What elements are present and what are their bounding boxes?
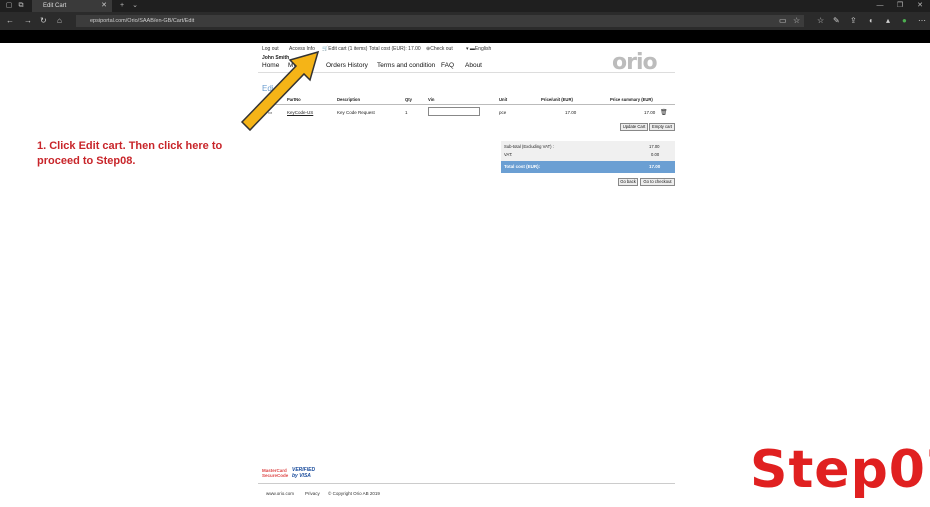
new-tab-icon[interactable]: + xyxy=(118,2,126,10)
empty-cart-button[interactable]: Empty cart xyxy=(649,123,675,131)
vat-value: 0.00 xyxy=(651,152,660,157)
share-icon[interactable]: ⇪ xyxy=(850,16,857,26)
tab-actions-icon[interactable]: ▢ xyxy=(5,2,13,10)
footer-site-link[interactable]: www.orio.com xyxy=(266,491,294,496)
tab-menu-icon[interactable]: ⌄ xyxy=(131,2,139,10)
extension-icon[interactable]: ◐ xyxy=(869,16,874,26)
instruction-text: 1. Click Edit cart. Then click here to p… xyxy=(37,140,223,167)
col-price-unit: Price/unit (EUR) xyxy=(541,97,573,102)
maximize-icon[interactable]: ❐ xyxy=(896,2,904,10)
notification-icon[interactable]: ▴ xyxy=(886,16,890,26)
forward-icon[interactable]: → xyxy=(24,16,32,26)
pen-icon[interactable]: ✎ xyxy=(833,16,840,26)
more-icon[interactable]: ⋯ xyxy=(918,16,926,26)
menu-orders-history[interactable]: Orders History xyxy=(326,62,368,69)
browser-tab-strip: ▢ ⧉ Edit Cart ✕ + ⌄ — ❐ ✕ xyxy=(0,0,930,12)
mastercard-logo: MasterCard SecureCode xyxy=(262,468,289,478)
subtotal-value: 17.00 xyxy=(649,144,660,149)
menu-terms[interactable]: Terms and condition xyxy=(377,62,435,69)
menu-about[interactable]: About xyxy=(465,62,482,69)
back-icon[interactable]: ← xyxy=(6,16,14,26)
col-vin: Vin xyxy=(428,97,435,102)
col-unit: Unit xyxy=(499,97,508,102)
back-tabs-icon[interactable]: ⧉ xyxy=(17,2,25,10)
price-summary-cell: 17.00 xyxy=(644,110,656,115)
go-to-checkout-button[interactable]: Go to checkout xyxy=(640,178,675,186)
update-cart-button[interactable]: Update Cart xyxy=(620,123,648,131)
url-text: epsiportal.com/Orio/SAAB/en-GB/Cart/Edit xyxy=(90,18,195,24)
edit-cart-label: Edit cart (1 items) xyxy=(328,46,368,52)
col-price-summary: Price summary (EUR) xyxy=(610,97,653,102)
home-icon[interactable]: ⌂ xyxy=(57,16,62,26)
tab-edit-cart[interactable]: Edit Cart ✕ xyxy=(32,0,112,12)
footer-copyright: © Copyright Orio AB 2019 xyxy=(328,491,380,496)
reading-view-icon[interactable]: ▭ xyxy=(779,16,787,26)
browser-toolbar-gap xyxy=(0,30,930,43)
total-bar: Total cost (EUR): 17.00 xyxy=(501,161,675,173)
dropdown-arrow-icon: ▾ xyxy=(466,46,469,52)
col-qty: Qty xyxy=(405,97,412,102)
tab-close-icon[interactable]: ✕ xyxy=(101,0,107,12)
trash-icon[interactable]: 🗑 xyxy=(660,109,668,116)
menu-faq[interactable]: FAQ xyxy=(441,62,454,69)
language-label: English xyxy=(474,46,492,52)
tab-title: Edit Cart xyxy=(43,3,67,9)
language-dropdown[interactable]: ▾ ▬English xyxy=(466,46,491,52)
vat-label: VAT: xyxy=(504,152,513,157)
step-label: Step07 xyxy=(750,440,930,500)
verified-by-visa-logo: VERIFIED by VISA xyxy=(292,467,316,479)
edit-cart-link[interactable]: 🛒Edit cart (1 items) xyxy=(322,46,367,52)
refresh-icon[interactable]: ↻ xyxy=(40,16,47,26)
minimize-icon[interactable]: — xyxy=(876,2,884,10)
description-cell: Key Code Request xyxy=(337,110,375,115)
unit-cell: pce xyxy=(499,110,507,115)
browser-toolbar: ← → ↻ ⌂ epsiportal.com/Orio/SAAB/en-GB/C… xyxy=(0,12,930,30)
close-window-icon[interactable]: ✕ xyxy=(916,2,924,10)
vin-input[interactable] xyxy=(428,107,480,116)
shield-check-icon[interactable]: ● xyxy=(902,16,907,26)
total-value: 17.00 xyxy=(649,164,661,169)
col-description: Description xyxy=(337,97,361,102)
footer-privacy-link[interactable]: Privacy xyxy=(305,491,320,496)
total-cost-text: Total cost (EUR): 17.00 xyxy=(369,46,421,52)
checkout-label: Check out xyxy=(430,46,453,52)
footer-divider xyxy=(258,483,675,484)
subtotal-label: Sub-total (Excluding VAT) : xyxy=(504,144,554,149)
price-unit-cell: 17.00 xyxy=(565,110,577,115)
address-bar[interactable]: epsiportal.com/Orio/SAAB/en-GB/Cart/Edit xyxy=(76,15,804,27)
favorite-star-icon[interactable]: ☆ xyxy=(793,16,800,26)
pointer-arrow-icon xyxy=(240,50,320,132)
favorites-icon[interactable]: ☆ xyxy=(817,16,824,26)
checkout-link[interactable]: ⊕Check out xyxy=(426,46,453,52)
qty-cell: 1 xyxy=(405,110,408,115)
go-back-button[interactable]: Go back xyxy=(618,178,638,186)
total-label: Total cost (EUR): xyxy=(504,164,541,169)
